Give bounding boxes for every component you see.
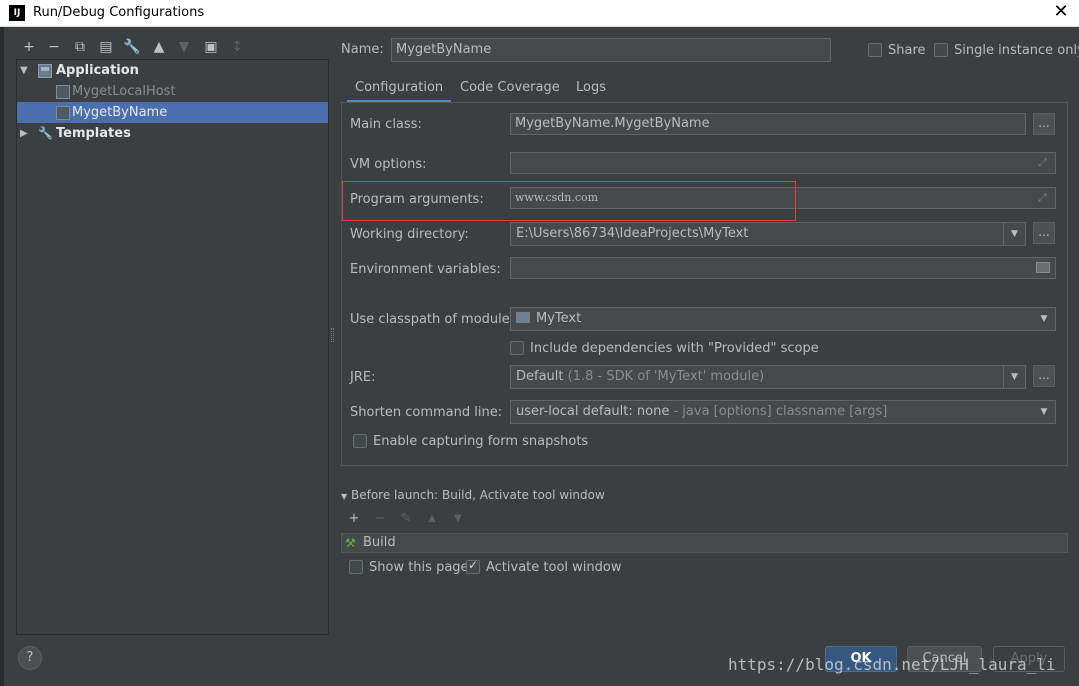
before-launch-task-label: Build <box>363 535 396 550</box>
chevron-down-icon[interactable]: ▼ <box>1003 223 1025 245</box>
collapse-arrow-icon: ▼ <box>341 492 348 501</box>
application-icon <box>38 64 52 78</box>
name-label: Name: <box>341 42 384 57</box>
window-title: Run/Debug Configurations <box>33 5 205 20</box>
jre-browse-button[interactable]: ... <box>1033 365 1055 387</box>
capture-snapshots-label: Enable capturing form snapshots <box>373 434 589 449</box>
wrench-icon[interactable]: 🔧 <box>123 38 141 56</box>
module-folder-icon <box>516 312 530 323</box>
tab-code-coverage[interactable]: Code Coverage <box>460 80 560 102</box>
share-checkbox[interactable] <box>868 43 882 57</box>
watermark-text: https://blog.csdn.net/LJH_laura_li <box>728 655 1056 674</box>
chevron-down-icon[interactable]: ▼ <box>1033 401 1055 423</box>
intellij-app-icon: IJ <box>9 5 25 21</box>
red-highlight-box <box>342 181 796 221</box>
activate-tool-window-checkbox[interactable] <box>466 558 480 574</box>
before-launch-toggle[interactable]: ▼ Before launch: Build, Activate tool wi… <box>341 488 605 502</box>
activate-tool-window-label: Activate tool window <box>486 560 622 575</box>
folder-icon[interactable] <box>1036 262 1050 273</box>
tree-item-templates[interactable]: ▶ 🔧 Templates <box>17 123 328 144</box>
sort-icon[interactable]: ↕ <box>228 38 246 56</box>
before-launch-title: Before launch: Build, Activate tool wind… <box>350 488 605 502</box>
capture-snapshots-checkbox[interactable] <box>353 434 367 448</box>
help-button[interactable]: ? <box>18 646 42 670</box>
before-launch-task-row[interactable]: ⚒ Build <box>341 533 1068 553</box>
arrow-down-icon[interactable]: ▼ <box>450 511 466 527</box>
include-dependencies-label: Include dependencies with "Provided" sco… <box>530 341 819 356</box>
copy-icon[interactable]: ⧉ <box>71 38 89 56</box>
window-titlebar: IJ Run/Debug Configurations ✕ <box>0 0 1079 27</box>
expand-icon[interactable]: ⤢ <box>1038 192 1050 204</box>
show-page-checkbox[interactable] <box>349 560 363 574</box>
background-window-edge <box>0 27 4 686</box>
hammer-icon: ⚒ <box>345 536 356 550</box>
chevron-down-icon[interactable]: ▼ <box>1033 308 1055 330</box>
main-class-browse-button[interactable]: ... <box>1033 113 1055 135</box>
name-field[interactable]: MygetByName <box>391 38 831 62</box>
arrow-up-icon[interactable]: ▲ <box>150 38 168 56</box>
shorten-hint: - java [options] classname [args] <box>673 404 888 419</box>
classpath-module-combo[interactable]: MyText ▼ <box>510 307 1056 331</box>
share-label: Share <box>888 43 926 58</box>
main-class-field[interactable]: MygetByName.MygetByName <box>510 113 1026 135</box>
close-icon[interactable]: ✕ <box>1051 2 1071 22</box>
tree-item-label: MygetLocalHost <box>72 84 176 99</box>
config-icon <box>56 85 70 99</box>
new-folder-icon[interactable]: ▣ <box>202 38 220 56</box>
chevron-down-icon[interactable]: ▼ <box>1003 366 1025 388</box>
vm-options-field[interactable]: ⤢ <box>510 152 1056 174</box>
jre-hint: (1.8 - SDK of 'MyText' module) <box>567 369 765 384</box>
shorten-value: user-local default: none <box>516 404 670 419</box>
minus-icon[interactable]: − <box>45 38 63 56</box>
tree-item-label: Templates <box>56 126 131 141</box>
expand-icon[interactable]: ⤢ <box>1038 157 1050 169</box>
include-dependencies-checkbox[interactable] <box>510 341 524 355</box>
tree-item-label: MygetByName <box>72 105 168 120</box>
vm-options-label: VM options: <box>350 157 427 172</box>
expanded-arrow-icon[interactable]: ▼ <box>20 60 28 81</box>
classpath-module-label: Use classpath of module: <box>350 312 515 327</box>
tab-logs[interactable]: Logs <box>576 80 606 102</box>
splitter-handle[interactable] <box>331 328 334 342</box>
single-instance-label: Single instance only <box>954 43 1079 58</box>
wrench-icon: 🔧 <box>38 126 53 140</box>
working-directory-label: Working directory: <box>350 227 469 242</box>
save-icon[interactable]: ▤ <box>97 38 115 56</box>
plus-icon[interactable]: + <box>20 38 38 56</box>
environment-variables-field[interactable] <box>510 257 1056 279</box>
tree-item-label: Application <box>56 63 139 78</box>
main-class-label: Main class: <box>350 117 422 132</box>
arrow-down-icon[interactable]: ▼ <box>175 38 193 56</box>
pencil-icon[interactable]: ✎ <box>398 511 414 527</box>
minus-icon[interactable]: − <box>372 511 388 527</box>
working-directory-browse-button[interactable]: ... <box>1033 222 1055 244</box>
environment-variables-label: Environment variables: <box>350 262 501 277</box>
jre-combo[interactable]: Default (1.8 - SDK of 'MyText' module) ▼ <box>510 365 1026 389</box>
single-instance-checkbox[interactable] <box>934 43 948 57</box>
show-page-label: Show this page <box>369 560 469 575</box>
configuration-tree: ▼ Application MygetLocalHost MygetByName… <box>16 59 329 635</box>
tab-configuration[interactable]: Configuration <box>346 80 452 103</box>
shorten-command-line-combo[interactable]: user-local default: none - java [options… <box>510 400 1056 424</box>
working-directory-combo[interactable]: E:\Users\86734\IdeaProjects\MyText ▼ <box>510 222 1026 246</box>
tree-item-mygetbyname[interactable]: MygetByName <box>17 102 328 123</box>
tree-item-application[interactable]: ▼ Application <box>17 60 328 81</box>
plus-icon[interactable]: + <box>346 511 362 527</box>
jre-value: Default <box>516 369 564 384</box>
working-directory-value: E:\Users\86734\IdeaProjects\MyText <box>516 226 749 241</box>
shorten-command-line-label: Shorten command line: <box>350 405 503 420</box>
collapsed-arrow-icon[interactable]: ▶ <box>20 123 28 144</box>
arrow-up-icon[interactable]: ▲ <box>424 511 440 527</box>
config-icon <box>56 106 70 120</box>
classpath-module-value: MyText <box>536 311 582 326</box>
jre-label: JRE: <box>350 370 376 385</box>
tree-item-mygetlocalhost[interactable]: MygetLocalHost <box>17 81 328 102</box>
